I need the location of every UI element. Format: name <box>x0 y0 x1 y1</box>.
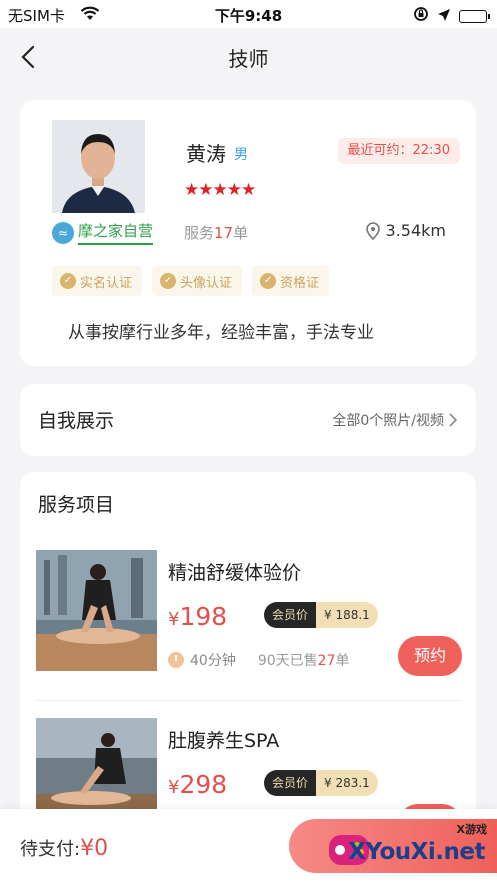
star-icon: ★ <box>212 180 228 200</box>
star-icon: ★ <box>198 180 213 200</box>
star-icon: ★ <box>184 180 199 200</box>
brand-logo-icon: ≈ <box>52 221 74 244</box>
member-price-badge: 会员价 ¥ 188.1 <box>264 602 378 628</box>
member-price-value: ¥ 283.1 <box>316 770 378 796</box>
service-price-value: 298 <box>179 770 228 799</box>
member-price-label: 会员价 <box>264 602 317 628</box>
member-price-value: ¥ 188.1 <box>316 602 378 628</box>
service-item[interactable]: 精油舒缓体验价 ¥198 会员价 ¥ 188.1 40分钟 90天已售27单 预… <box>36 550 462 680</box>
service-count: 服务17单 <box>184 222 248 243</box>
showcase-link-label: 全部0个照片/视频 <box>332 413 444 429</box>
chevron-right-icon <box>449 413 458 427</box>
distance-value: 3.54km <box>385 221 446 240</box>
self-showcase-row[interactable]: 自我展示 全部0个照片/视频 <box>20 384 476 456</box>
status-bar: 无SIM卡 下午9:48 <box>0 0 497 28</box>
divider <box>36 700 462 701</box>
rotation-lock-icon <box>413 6 429 26</box>
star-icon: ★ <box>241 180 256 200</box>
certification-badge: ✓ 头像认证 <box>152 266 243 296</box>
currency-symbol: ¥ <box>168 609 180 630</box>
location-pin-icon <box>365 221 380 240</box>
service-price: ¥198 <box>168 602 227 631</box>
service-count-prefix: 服务 <box>184 224 215 242</box>
book-button[interactable]: 预约 <box>398 636 462 676</box>
certification-label: 头像认证 <box>180 275 233 291</box>
certification-label: 实名认证 <box>80 275 133 291</box>
service-name: 精油舒缓体验价 <box>168 562 302 584</box>
watermark-big-text: XYouXi.net <box>348 839 485 865</box>
location-arrow-icon <box>437 7 451 26</box>
service-price: ¥298 <box>168 770 227 799</box>
technician-avatar[interactable] <box>52 120 145 213</box>
status-right-icons <box>413 6 490 26</box>
certification-label: 资格证 <box>280 275 320 291</box>
sold-count-value: 27 <box>317 653 336 669</box>
service-image[interactable] <box>36 550 157 671</box>
service-price-value: 198 <box>179 602 228 631</box>
nav-bar: 技师 <box>0 28 497 86</box>
check-icon: ✓ <box>60 273 76 289</box>
showcase-title: 自我展示 <box>38 410 115 432</box>
pending-payment-label: 待支付: <box>20 839 81 860</box>
technician-intro: 从事按摩行业多年，经验丰富，手法专业 <box>68 323 374 343</box>
check-icon: ✓ <box>160 273 177 289</box>
pending-payment-amount: ¥0 <box>80 836 109 861</box>
watermark-small-text: X游戏 <box>456 823 487 836</box>
check-icon: ✓ <box>260 273 277 289</box>
certification-badge: ✓ 实名认证 <box>52 266 143 296</box>
currency-symbol: ¥ <box>168 777 180 798</box>
brand-tag[interactable]: ≈ 摩之家自营 <box>52 220 154 245</box>
availability-badge: 最近可约：22:30 <box>337 138 460 164</box>
gender-label: 男 <box>234 147 248 163</box>
technician-name: 黄涛 <box>186 142 226 166</box>
service-meta: 40分钟 90天已售27单 <box>168 650 349 670</box>
site-watermark: X游戏 XYouXi.net <box>321 819 491 877</box>
certification-badge: ✓ 资格证 <box>252 266 330 296</box>
service-count-value: 17 <box>214 224 234 242</box>
member-price-label: 会员价 <box>264 770 317 796</box>
member-price-badge: 会员价 ¥ 283.1 <box>264 770 378 796</box>
service-name: 肚腹养生SPA <box>168 730 280 752</box>
sold-count-suffix: 单 <box>335 653 350 669</box>
page-title: 技师 <box>228 47 269 71</box>
technician-profile-card: 黄涛 男 最近可约：22:30 ★★★★★ ≈ 摩之家自营 服务17单 3.54… <box>20 100 476 366</box>
sold-count: 90天已售27单 <box>258 650 350 670</box>
clock-icon <box>168 652 184 668</box>
services-title: 服务项目 <box>38 494 115 516</box>
star-icon: ★ <box>226 180 242 200</box>
service-duration: 40分钟 <box>190 653 236 669</box>
service-count-suffix: 单 <box>233 224 249 242</box>
bottom-checkout-bar: 待支付:¥0 X游戏 XYouXi.net <box>0 809 497 883</box>
sold-count-prefix: 90天已售 <box>257 653 318 669</box>
brand-label: 摩之家自营 <box>78 220 154 245</box>
rating-stars: ★★★★★ <box>184 180 256 200</box>
certification-list: ✓ 实名认证 ✓ 头像认证 ✓ 资格证 <box>52 266 330 296</box>
showcase-view-all-link[interactable]: 全部0个照片/视频 <box>332 410 458 430</box>
distance: 3.54km <box>365 221 446 240</box>
battery-icon <box>459 9 490 23</box>
pending-payment: 待支付:¥0 <box>20 835 108 861</box>
